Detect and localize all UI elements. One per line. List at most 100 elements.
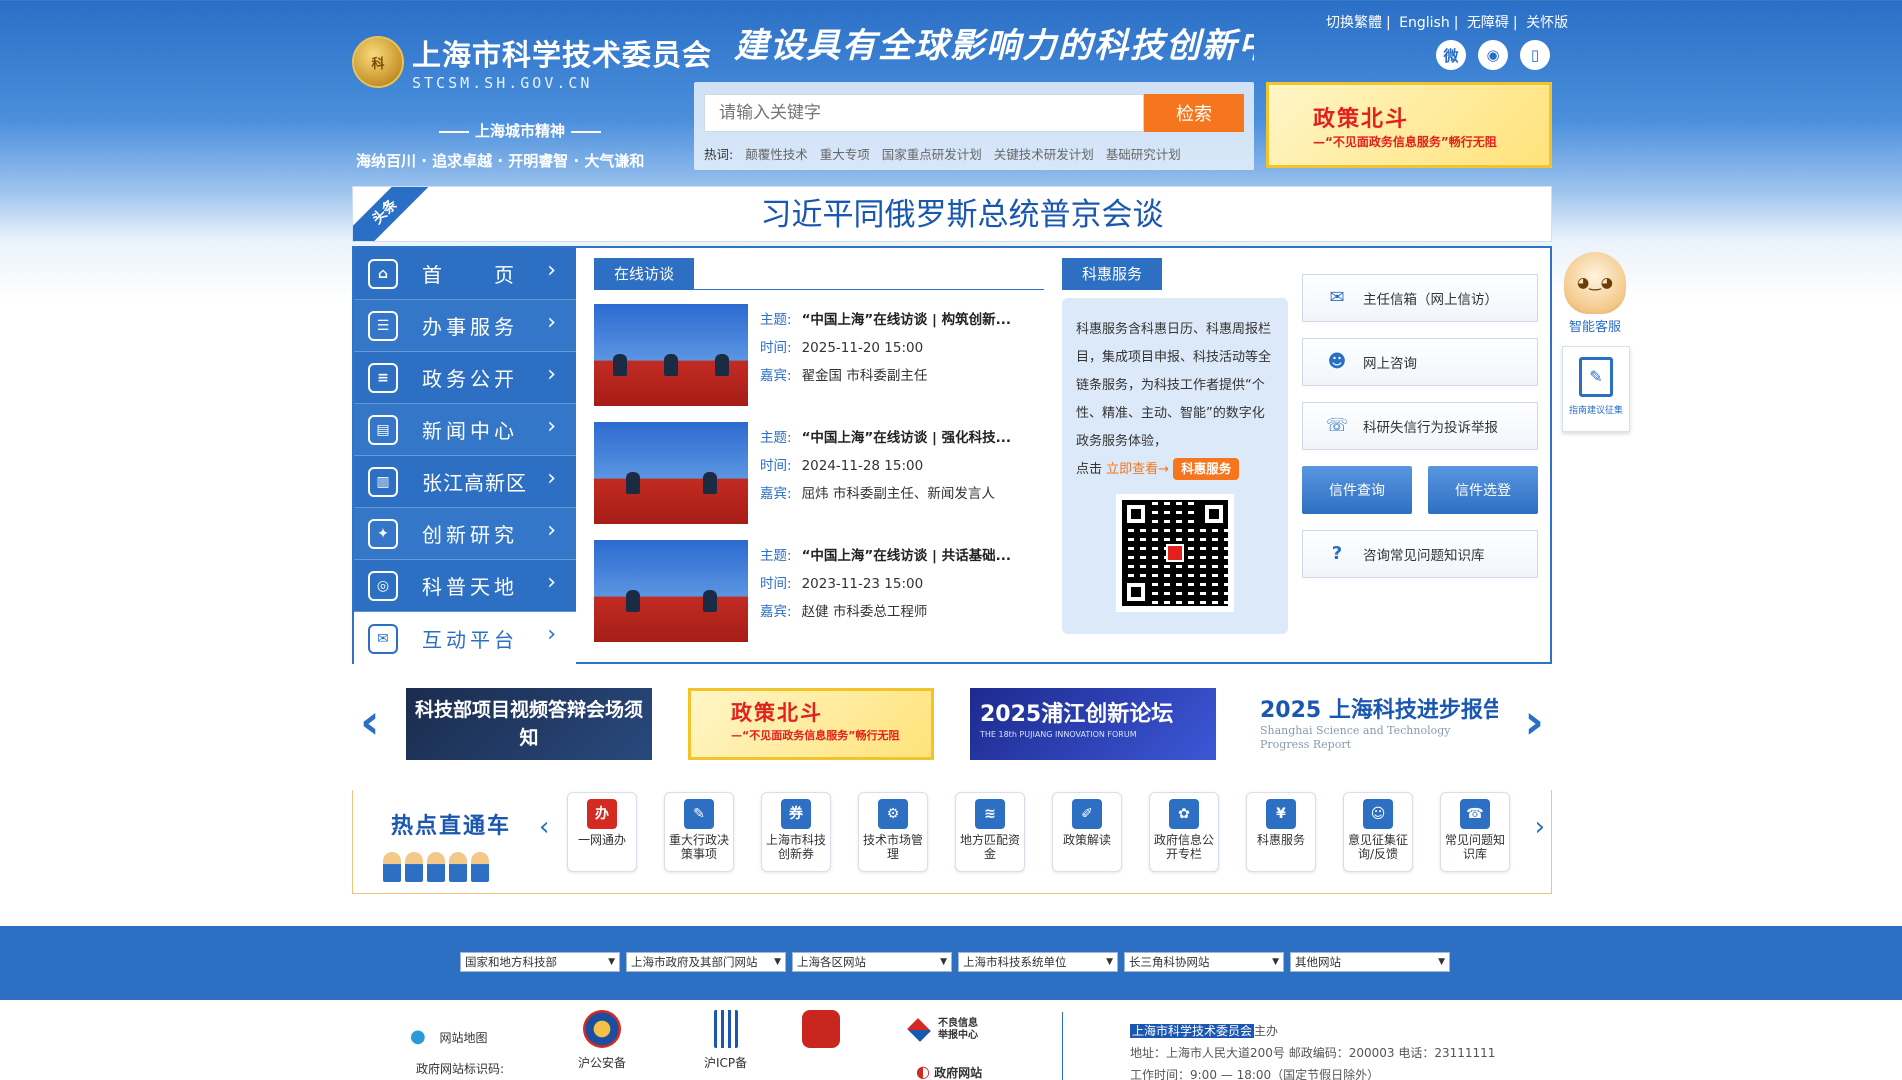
mobile-icon[interactable]: ▯ bbox=[1520, 40, 1550, 70]
interview-thumbnail[interactable] bbox=[594, 304, 748, 406]
banner-pujiang-forum[interactable]: 2025浦江创新论坛 THE 18th PUJIANG INNOVATION F… bbox=[970, 688, 1216, 760]
hot-item-feedback[interactable]: ☺ 意见征集征询/反馈 bbox=[1343, 792, 1413, 872]
banner-title: 政策北斗 bbox=[731, 701, 823, 725]
hot-links-list: 办 一网通办 ✎ 重大行政决策事项 券 上海市科技创新券 ⚙ 技术市场管理 ≋ … bbox=[567, 792, 1510, 872]
nav-item-open-gov[interactable]: ≡ 政务公开 › bbox=[354, 352, 576, 404]
interview-item[interactable]: 主题: “中国上海”在线访谈 | 构筑创新... 时间: 2025-11-20 15… bbox=[594, 304, 1044, 408]
select-tech-units[interactable]: 上海市科技系统单位 ▼ bbox=[958, 952, 1118, 972]
carousel-next-icon[interactable]: › bbox=[1524, 698, 1544, 746]
banner-subtitle: THE 18th PUJIANG INNOVATION FORUM bbox=[980, 730, 1137, 739]
kehui-service-button[interactable]: 科惠服务 bbox=[1173, 458, 1240, 480]
link-accessibility[interactable]: 无障碍 bbox=[1467, 15, 1509, 31]
nav-item-services[interactable]: ☰ 办事服务 › bbox=[354, 300, 576, 352]
search-input[interactable] bbox=[704, 94, 1144, 132]
headline-bar: 头条 习近平同俄罗斯总统普京会谈 bbox=[352, 186, 1552, 242]
select-district[interactable]: 上海各区网站 ▼ bbox=[792, 952, 952, 972]
hot-item-info-disclosure[interactable]: ✿ 政府信息公开专栏 bbox=[1149, 792, 1219, 872]
faq-knowledge-button[interactable]: ? 咨询常见问题知识库 bbox=[1302, 530, 1538, 578]
hot-item-policy-interpretation[interactable]: ✐ 政策解读 bbox=[1052, 792, 1122, 872]
hot-item-matching-funds[interactable]: ≋ 地方匹配资金 bbox=[955, 792, 1025, 872]
icp-icon bbox=[713, 1010, 738, 1048]
nav-item-home[interactable]: ⌂ 首 页 › bbox=[354, 248, 576, 300]
hot-item-one-network[interactable]: 办 一网通办 bbox=[567, 792, 637, 872]
nav-item-research[interactable]: ✦ 创新研究 › bbox=[354, 508, 576, 560]
nav-label: 互动平台 bbox=[422, 628, 518, 652]
banner-policy-beidou[interactable]: 政策北斗 —“不见面政务信息服务”畅行无阻 bbox=[688, 688, 934, 760]
topic-label: 主题: bbox=[760, 548, 792, 564]
hot-next-icon[interactable]: › bbox=[1535, 812, 1545, 842]
link-traditional[interactable]: 切换繁體 bbox=[1326, 15, 1382, 31]
icp-record-link[interactable]: 沪ICP备 bbox=[704, 1010, 747, 1071]
nav-item-science-pop[interactable]: ◎ 科普天地 › bbox=[354, 560, 576, 612]
interview-item[interactable]: 主题: “中国上海”在线访谈 | 共话基础... 时间: 2023-11-23 15… bbox=[594, 540, 1044, 644]
select-national-tech[interactable]: 国家和地方科技部 ▼ bbox=[460, 952, 620, 972]
link-english[interactable]: English bbox=[1399, 15, 1450, 31]
hot-word[interactable]: 重大专项 bbox=[820, 147, 870, 162]
letter-query-button[interactable]: 信件查询 bbox=[1302, 466, 1412, 514]
hot-prev-icon[interactable]: ‹ bbox=[539, 812, 549, 842]
hot-word[interactable]: 基础研究计划 bbox=[1106, 147, 1181, 162]
hot-item-tech-market[interactable]: ⚙ 技术市场管理 bbox=[858, 792, 928, 872]
voucher-icon: 券 bbox=[781, 799, 811, 829]
hot-item-major-decisions[interactable]: ✎ 重大行政决策事项 bbox=[664, 792, 734, 872]
nav-item-news[interactable]: ▤ 新闻中心 › bbox=[354, 404, 576, 456]
banner-video-defense[interactable]: 科技部项目视频答辩会场须知 bbox=[406, 688, 652, 760]
select-other-sites[interactable]: 其他网站 ▼ bbox=[1290, 952, 1450, 972]
site-logo[interactable]: 科 上海市科学技术委员会 STCSM.SH.GOV.CN bbox=[352, 32, 712, 92]
kehui-view-link[interactable]: 立即查看→ bbox=[1106, 462, 1169, 477]
yuan-icon: ¥ bbox=[1266, 799, 1296, 829]
nav-item-zhangjiang[interactable]: ▥ 张江高新区 › bbox=[354, 456, 576, 508]
tab-online-interview[interactable]: 在线访谈 bbox=[594, 258, 695, 290]
banner-carousel: ‹ 科技部项目视频答辩会场须知 政策北斗 —“不见面政务信息服务”畅行无阻 20… bbox=[352, 684, 1552, 760]
hot-item-label: 上海市科技创新券 bbox=[765, 833, 826, 861]
select-science-assoc[interactable]: 长三角科协网站 ▼ bbox=[1124, 952, 1284, 972]
chevron-right-icon: › bbox=[547, 258, 556, 283]
letter-selection-button[interactable]: 信件选登 bbox=[1428, 466, 1538, 514]
policy-beidou-banner[interactable]: 政策北斗 —“不见面政务信息服务”畅行无阻 bbox=[1266, 82, 1552, 168]
misconduct-report-button[interactable]: ☏ 科研失信行为投诉举报 bbox=[1302, 402, 1538, 450]
icp-record-label: 沪ICP备 bbox=[704, 1056, 748, 1070]
time-label: 时间: bbox=[760, 458, 792, 474]
guide-suggestion-float[interactable]: ✎ 指南建议征集 bbox=[1562, 346, 1630, 432]
hot-item-faq[interactable]: ☎ 常见问题知识库 bbox=[1440, 792, 1510, 872]
carousel-prev-icon[interactable]: ‹ bbox=[360, 698, 380, 746]
hot-word[interactable]: 颠覆性技术 bbox=[745, 147, 808, 162]
chevron-right-icon: › bbox=[547, 414, 556, 439]
smart-service-float[interactable]: ◕‿◕ 智能客服 bbox=[1562, 252, 1628, 335]
help-icon: ? bbox=[1331, 543, 1343, 564]
kehui-card: 科惠服务含科惠日历、科惠周报栏目，集成项目申报、科技活动等全链条服务，为科技工作… bbox=[1062, 298, 1288, 634]
headline-link[interactable]: 习近平同俄罗斯总统普京会谈 bbox=[353, 187, 1551, 241]
banner-progress-report[interactable]: 2025 上海科技进步报告 Shanghai Science and Techn… bbox=[1252, 688, 1498, 760]
interview-topic[interactable]: “中国上海”在线访谈 | 共话基础... bbox=[802, 548, 1011, 564]
interview-topic[interactable]: “中国上海”在线访谈 | 构筑创新... bbox=[802, 312, 1011, 328]
report-center-link[interactable]: 不良信息举报中心 bbox=[906, 1018, 982, 1042]
gov-site-link[interactable]: ◐ 政府网站 bbox=[916, 1062, 982, 1080]
interview-topic[interactable]: “中国上海”在线访谈 | 强化科技... bbox=[802, 430, 1011, 446]
gov-emblem-link[interactable] bbox=[802, 1010, 840, 1048]
sitemap-label: 网站地图 bbox=[439, 1031, 488, 1045]
search-button[interactable]: 检索 bbox=[1144, 94, 1244, 132]
hot-word[interactable]: 关键技术研发计划 bbox=[994, 147, 1094, 162]
interview-item[interactable]: 主题: “中国上海”在线访谈 | 强化科技... 时间: 2024-11-28 15… bbox=[594, 422, 1044, 526]
kehui-click-prefix: 点击 bbox=[1076, 462, 1103, 477]
online-consult-button[interactable]: ☻ 网上咨询 bbox=[1302, 338, 1538, 386]
emblem-icon: 科 bbox=[352, 36, 404, 88]
interview-thumbnail[interactable] bbox=[594, 422, 748, 524]
nav-item-interaction[interactable]: ✉ 互动平台 › bbox=[354, 612, 576, 666]
hot-item-kehui-service[interactable]: ¥ 科惠服务 bbox=[1246, 792, 1316, 872]
select-shanghai-gov[interactable]: 上海市政府及其部门网站 ▼ bbox=[626, 952, 786, 972]
hot-word[interactable]: 国家重点研发计划 bbox=[882, 147, 982, 162]
police-record-link[interactable]: 沪公安备 bbox=[578, 1010, 626, 1071]
policy-icon: ✐ bbox=[1072, 799, 1102, 829]
tab-kehui-service[interactable]: 科惠服务 bbox=[1062, 258, 1163, 290]
director-mailbox-button[interactable]: ✉ 主任信箱（网上信访） bbox=[1302, 274, 1538, 322]
sitemap-link[interactable]: ● 网站地图 bbox=[410, 1026, 488, 1047]
wechat-icon[interactable]: ◉ bbox=[1478, 40, 1508, 70]
interview-thumbnail[interactable] bbox=[594, 540, 748, 642]
logo-title-en: STCSM.SH.GOV.CN bbox=[412, 74, 593, 92]
footer-divider bbox=[1062, 1012, 1063, 1080]
nav-label: 科普天地 bbox=[422, 575, 518, 599]
weibo-icon[interactable]: 微 bbox=[1436, 40, 1466, 70]
hot-item-innovation-voucher[interactable]: 券 上海市科技创新券 bbox=[761, 792, 831, 872]
link-care-mode[interactable]: 关怀版 bbox=[1526, 15, 1568, 31]
